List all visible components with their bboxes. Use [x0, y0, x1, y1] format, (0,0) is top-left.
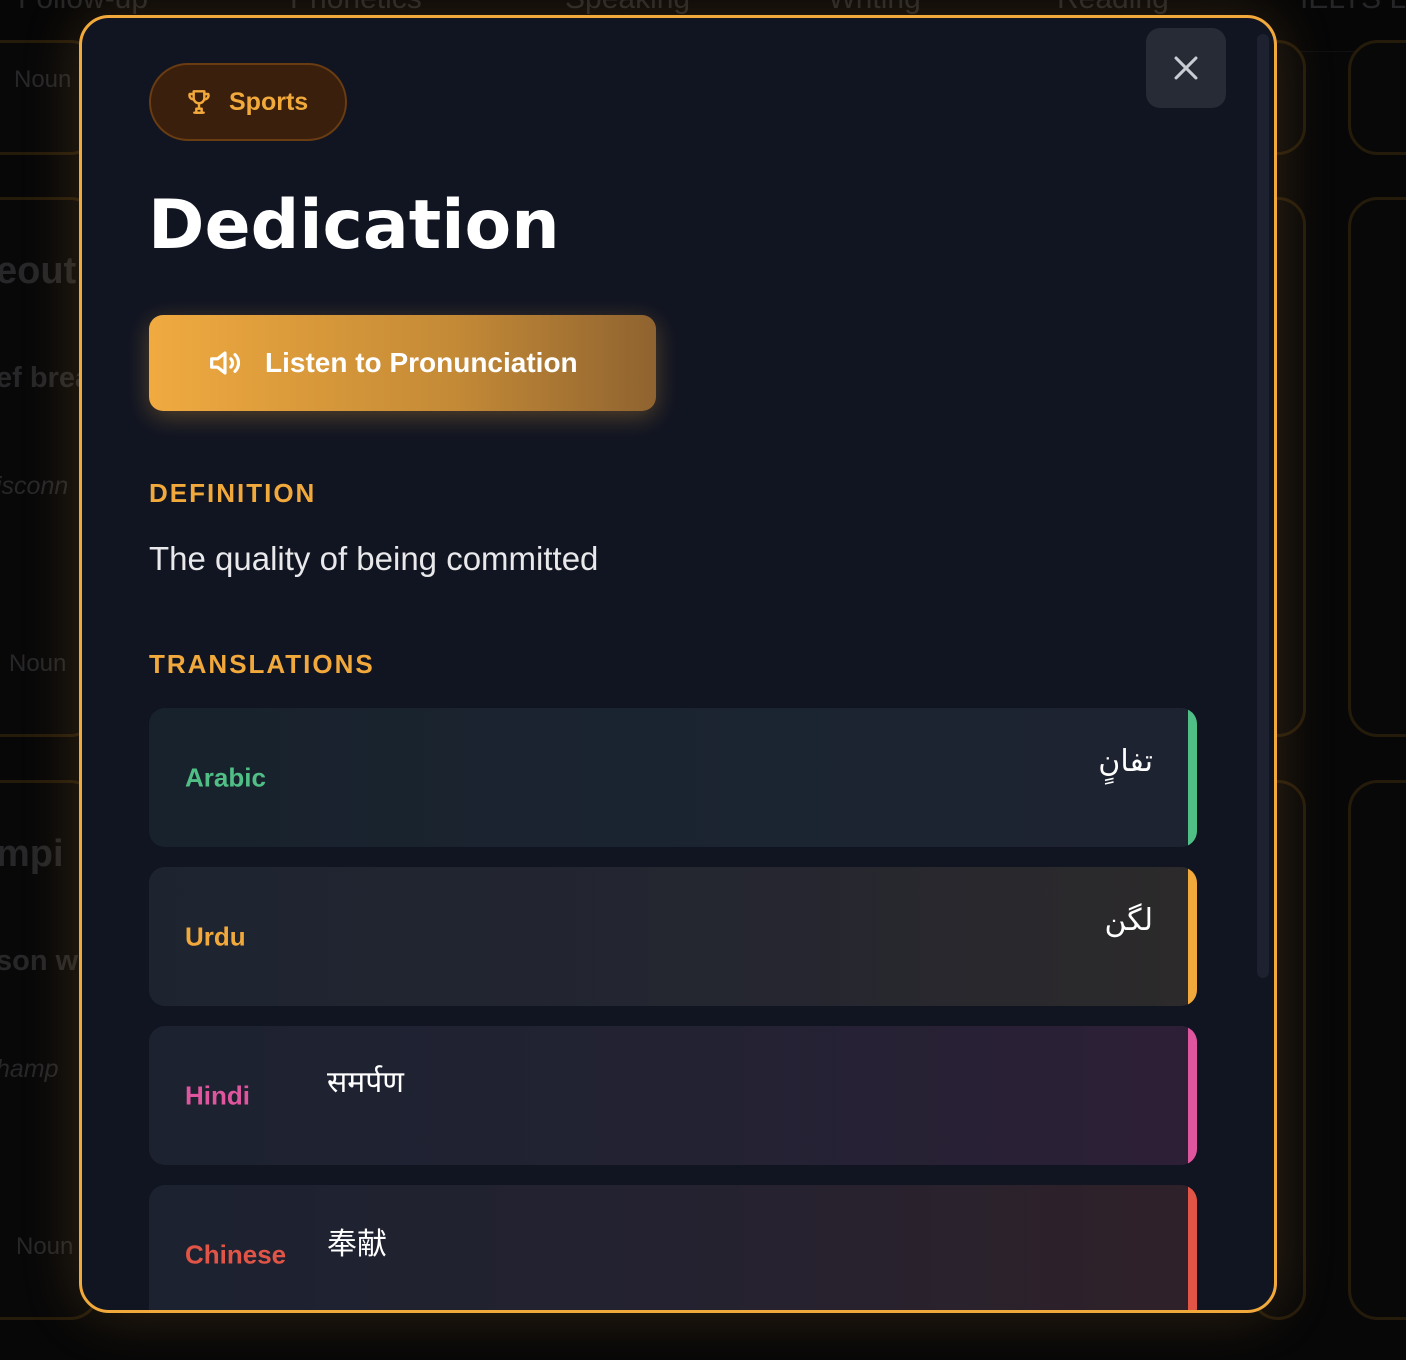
translation-value: تفانٍ [1098, 744, 1153, 779]
category-badge: Sports [149, 63, 347, 141]
word-detail-modal: Sports Dedication Listen to Pronunciatio… [79, 15, 1277, 1313]
translation-language: Chinese [185, 1239, 287, 1269]
translation-language: Hindi [185, 1080, 250, 1110]
translation-accent [1188, 867, 1197, 1006]
definition-text: The quality of being committed [149, 540, 599, 577]
translation-accent [1188, 1026, 1197, 1165]
translation-value: समर्पण [327, 1065, 404, 1100]
word-title: Dedication [148, 186, 560, 265]
close-button[interactable] [1146, 28, 1226, 108]
translation-card-hindi: Hindi समर्पण [149, 1026, 1197, 1165]
modal-scrollbar[interactable] [1257, 34, 1269, 978]
translation-card-arabic: Arabic تفانٍ [149, 708, 1197, 847]
translation-accent [1188, 1185, 1197, 1310]
definition-heading: DEFINITION [149, 478, 317, 508]
trophy-icon [183, 86, 215, 118]
speaker-icon [205, 343, 245, 383]
listen-button-label: Listen to Pronunciation [265, 347, 578, 378]
translation-accent [1188, 708, 1197, 847]
listen-pronunciation-button[interactable]: Listen to Pronunciation [149, 315, 656, 411]
translation-value: لگن [1104, 903, 1153, 938]
category-label: Sports [229, 87, 309, 116]
translation-card-chinese: Chinese 奉献 [149, 1185, 1197, 1310]
translations-heading: TRANSLATIONS [149, 649, 375, 679]
translation-value: 奉献 [327, 1227, 387, 1262]
translation-language: Urdu [185, 921, 246, 951]
close-icon [1169, 51, 1203, 85]
translation-language: Arabic [185, 762, 266, 792]
translation-card-urdu: Urdu لگن [149, 867, 1197, 1006]
